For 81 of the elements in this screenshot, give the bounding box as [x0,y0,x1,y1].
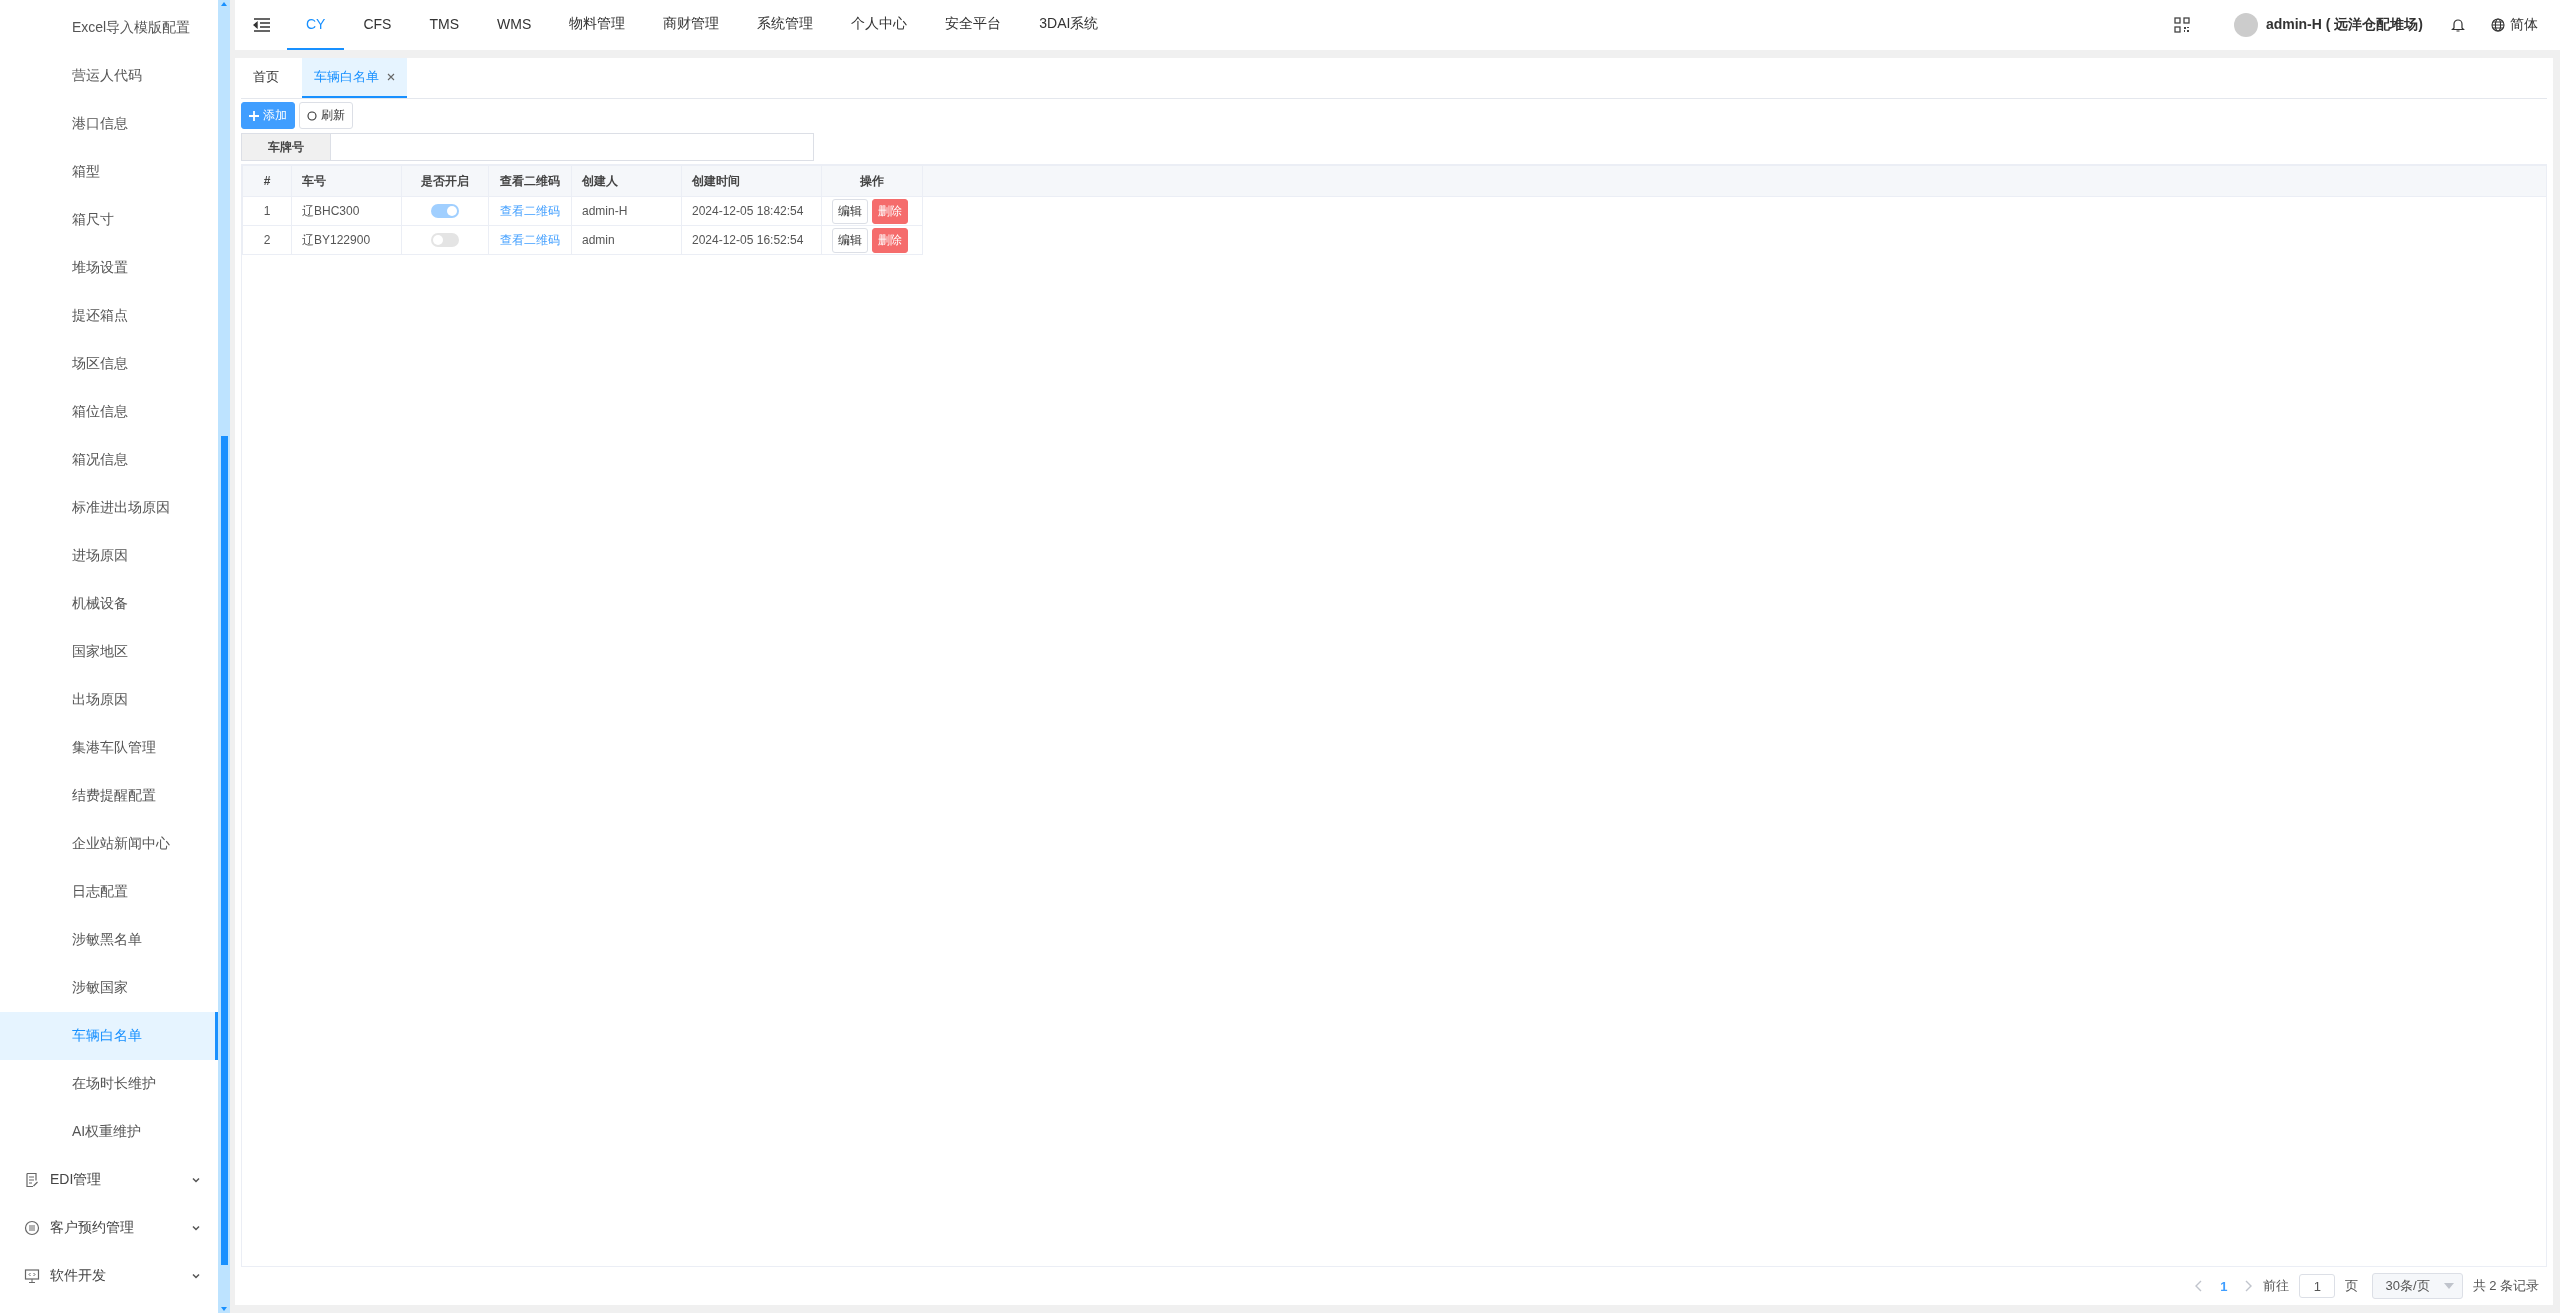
menu-item[interactable]: 堆场设置 [0,244,218,292]
field-label: 车牌号 [241,133,331,161]
menu-group[interactable]: 软件开发 [0,1252,218,1300]
user-name[interactable]: admin-H ( 远洋仓配堆场) [2265,16,2423,34]
menu-item[interactable]: 涉敏国家 [0,964,218,1012]
menu-item[interactable]: Excel导入模版配置 [0,4,218,52]
page-tab[interactable]: 首页 [241,58,291,98]
nav-tab[interactable]: 物料管理 [550,0,645,50]
menu-group[interactable]: EDI管理 [0,1156,218,1204]
menu-item[interactable]: 结费提醒配置 [0,772,218,820]
page-unit-label: 页 [2345,1277,2359,1295]
scroll-up-icon[interactable] [220,0,228,8]
badge-icon [24,1220,40,1236]
menu-item[interactable]: 企业站新闻中心 [0,820,218,868]
table-cell: admin [571,225,682,255]
next-page-icon[interactable] [2243,1280,2254,1292]
nav-tab[interactable]: 安全平台 [926,0,1021,50]
page-size-select[interactable]: 30条/页 [2372,1273,2463,1299]
nav-tab[interactable]: 商财管理 [644,0,739,50]
menu-item[interactable]: AI权重维护 [0,1108,218,1156]
nav-tab[interactable]: 3DAI系统 [1020,0,1118,50]
column-header: 车号 [291,165,402,197]
toggle-switch[interactable] [431,233,459,248]
menu-item[interactable]: 场区信息 [0,340,218,388]
globe-icon [2491,18,2505,32]
circle-icon [307,110,317,121]
menu-item[interactable]: 营运人代码 [0,52,218,100]
nav-tab[interactable]: TMS [410,0,478,50]
menu-item[interactable]: 进场原因 [0,532,218,580]
monitor-icon [24,1268,40,1284]
avatar[interactable] [2233,13,2258,37]
table-cell: 辽BY122900 [291,225,402,255]
qr-code-icon[interactable] [2173,17,2190,33]
edit-button[interactable]: 编辑 [832,227,868,253]
scrollbar[interactable] [218,0,230,1313]
table-cell: 2024-12-05 16:52:54 [681,225,822,255]
menu-item[interactable]: 箱型 [0,148,218,196]
menu-item[interactable]: 箱况信息 [0,436,218,484]
total-records: 共 2 条记录 [2472,1277,2539,1295]
column-header: 是否开启 [401,165,489,197]
scroll-down-icon[interactable] [220,1305,228,1313]
table-cell: 1 [242,196,292,226]
document-icon [24,1172,40,1188]
nav-tab[interactable]: WMS [478,0,551,50]
nav-tab[interactable]: 个人中心 [832,0,927,50]
menu-item[interactable]: 在场时长维护 [0,1060,218,1108]
column-header: # [242,165,292,197]
menu-item[interactable]: 机械设备 [0,580,218,628]
menu-item[interactable]: 箱尺寸 [0,196,218,244]
goto-label: 前往 [2263,1277,2290,1295]
close-icon[interactable] [387,73,395,81]
page-input[interactable]: 1 [2299,1274,2336,1298]
column-header: 创建时间 [681,165,822,197]
toggle-switch[interactable] [431,204,459,219]
table-cell: 2024-12-05 18:42:54 [681,196,822,226]
menu-item[interactable]: 国家地区 [0,628,218,676]
table-cell: admin-H [571,196,682,226]
dropdown-icon [2443,1283,2454,1289]
bell-icon[interactable] [2451,17,2465,33]
language-menu[interactable]: 简体 [2491,16,2538,34]
column-header: 创建人 [571,165,682,197]
table-cell: 2 [242,225,292,255]
menu-item[interactable]: 集港车队管理 [0,724,218,772]
menu-item[interactable]: 标准进出场原因 [0,484,218,532]
menu-item[interactable]: 日志配置 [0,868,218,916]
column-header: 查看二维码 [488,165,572,197]
menu-item[interactable]: 箱位信息 [0,388,218,436]
nav-tab[interactable]: CFS [344,0,411,50]
menu-item[interactable]: 涉敏黑名单 [0,916,218,964]
table-cell: 辽BHC300 [291,196,402,226]
input-field[interactable] [331,133,814,161]
edit-button[interactable]: 编辑 [832,198,868,224]
menu-group[interactable]: 客户预约管理 [0,1204,218,1252]
menu-icon[interactable] [253,17,271,33]
plus-icon [249,110,259,121]
column-header: 操作 [821,165,923,197]
menu-item[interactable]: 提还箱点 [0,292,218,340]
menu-item[interactable]: 港口信息 [0,100,218,148]
menu-item[interactable]: 出场原因 [0,676,218,724]
nav-tab[interactable]: 系统管理 [738,0,833,50]
refresh-button[interactable]: 刷新 [299,102,353,129]
